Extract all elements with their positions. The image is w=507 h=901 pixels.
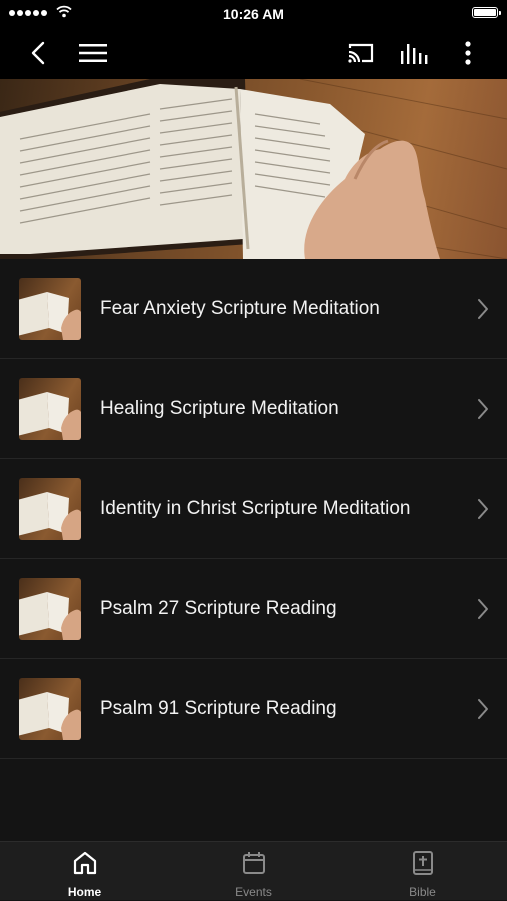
tab-home-label: Home (67, 885, 102, 899)
hero-image (0, 79, 507, 259)
content-list: Fear Anxiety Scripture Meditation Healin… (0, 259, 507, 759)
list-item[interactable]: Psalm 91 Scripture Reading (0, 659, 507, 759)
chevron-right-icon (478, 299, 488, 319)
tab-bible-label: Bible (409, 885, 436, 899)
battery-icon (472, 7, 501, 18)
list-item-thumbnail (19, 478, 81, 540)
list-item[interactable]: Identity in Christ Scripture Meditation (0, 459, 507, 559)
bottom-tab-bar: Home Events Bible (0, 841, 507, 900)
chevron-right-icon (478, 699, 488, 719)
home-icon (73, 851, 97, 875)
chevron-right-icon (478, 499, 488, 519)
list-item-title: Psalm 91 Scripture Reading (100, 698, 337, 719)
list-item[interactable]: Fear Anxiety Scripture Meditation (0, 259, 507, 359)
more-options-button[interactable] (446, 26, 490, 79)
status-time: 10:26 AM (223, 6, 284, 22)
list-item[interactable]: Psalm 27 Scripture Reading (0, 559, 507, 659)
list-item-thumbnail (19, 678, 81, 740)
list-item-thumbnail (19, 278, 81, 340)
list-item-title: Psalm 27 Scripture Reading (100, 598, 337, 619)
bible-icon (413, 851, 433, 875)
menu-button[interactable] (71, 26, 115, 79)
back-button[interactable] (16, 26, 60, 79)
top-toolbar (0, 26, 507, 79)
open-bible-illustration (0, 79, 507, 259)
tab-events-label: Events (235, 885, 272, 899)
cast-icon (348, 43, 374, 63)
more-vertical-icon (465, 40, 471, 65)
list-item-title: Identity in Christ Scripture Meditation (100, 498, 411, 519)
chevron-right-icon (478, 399, 488, 419)
list-item-thumbnail (19, 578, 81, 640)
chevron-left-icon (31, 41, 45, 64)
calendar-icon (243, 852, 265, 874)
chevron-right-icon (478, 599, 488, 619)
list-item-title: Healing Scripture Meditation (100, 398, 339, 419)
cast-button[interactable] (339, 26, 383, 79)
audio-bars-icon (401, 43, 428, 64)
tab-home[interactable]: Home (0, 842, 169, 901)
hamburger-menu-icon (79, 43, 107, 62)
status-bar: 10:26 AM (0, 0, 507, 26)
tab-bible[interactable]: Bible (338, 842, 507, 901)
list-item[interactable]: Healing Scripture Meditation (0, 359, 507, 459)
audio-button[interactable] (393, 26, 437, 79)
list-item-title: Fear Anxiety Scripture Meditation (100, 298, 380, 319)
tab-events[interactable]: Events (169, 842, 338, 901)
list-item-thumbnail (19, 378, 81, 440)
